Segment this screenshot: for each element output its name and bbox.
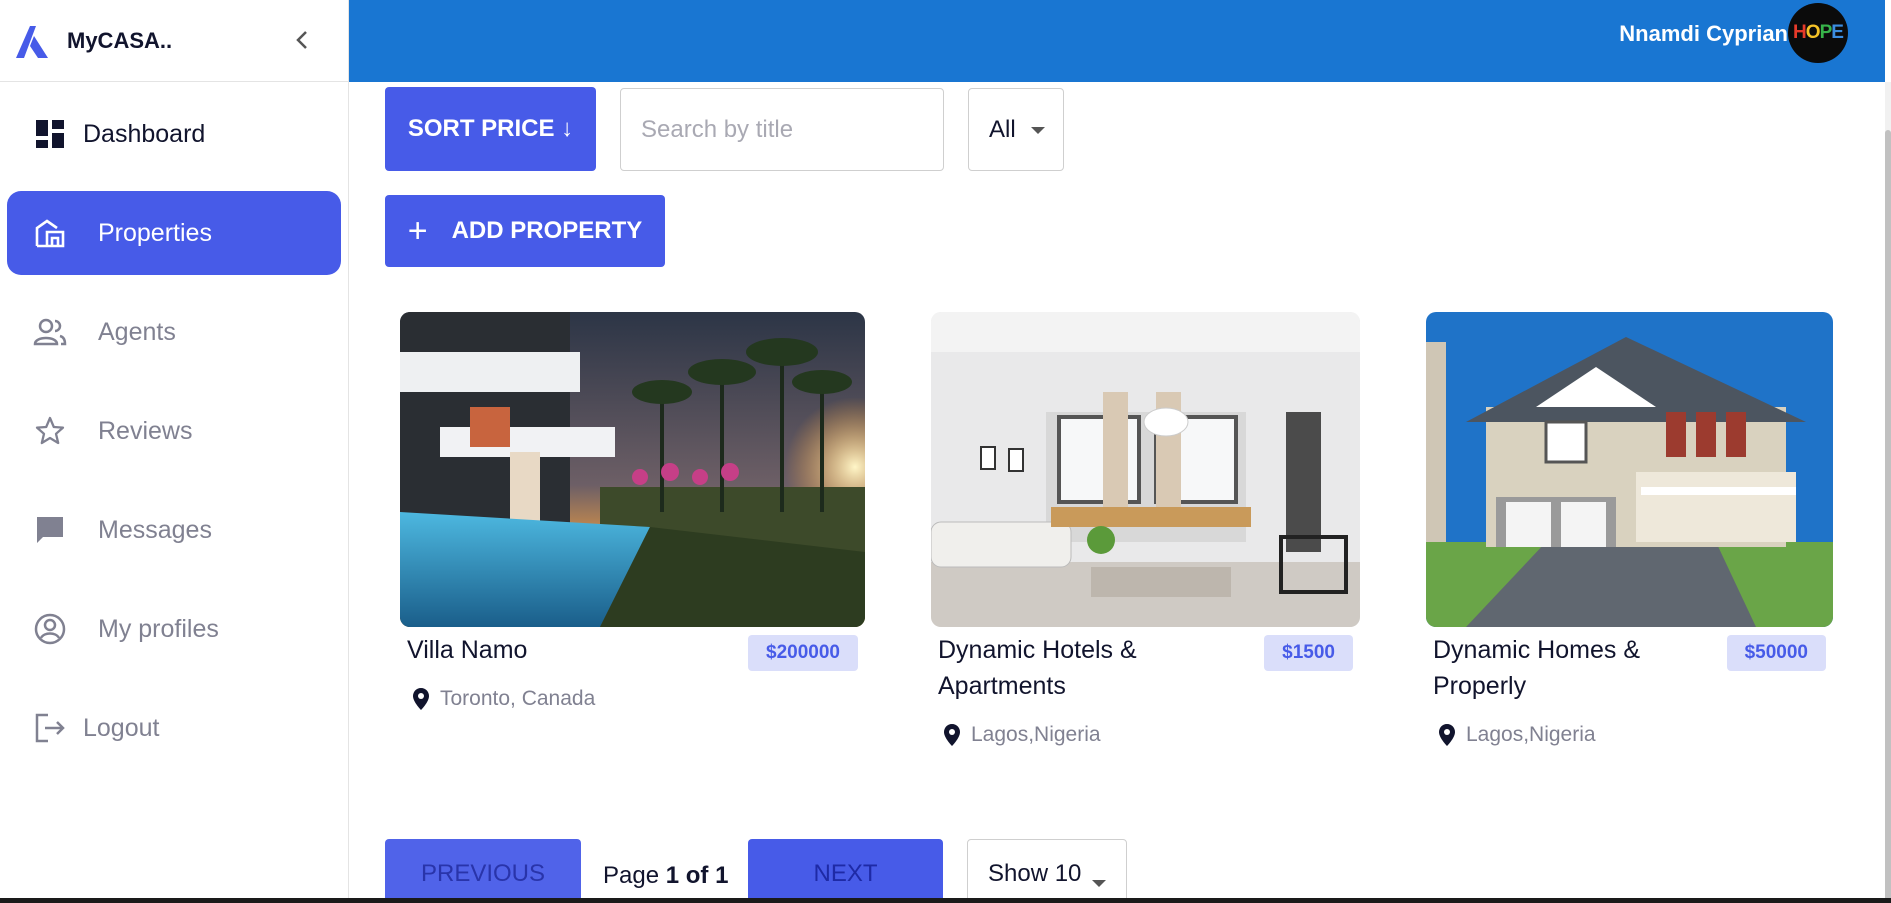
avatar-letter: E — [1831, 22, 1844, 43]
dashboard-icon — [32, 116, 68, 152]
user-name: Nnamdi Cyprian — [1619, 21, 1788, 46]
property-location: Toronto, Canada — [412, 687, 595, 711]
property-title-text: Dynamic Hotels & Apartments — [938, 636, 1137, 700]
logout-icon — [32, 710, 68, 746]
properties-icon — [32, 215, 68, 251]
sidebar-item-reviews[interactable]: Reviews — [7, 389, 341, 473]
agents-icon — [32, 314, 68, 350]
page-prefix: Page — [603, 862, 660, 889]
property-image — [931, 312, 1360, 627]
page-indicator: Page 1 of 1 — [603, 862, 728, 890]
avatar[interactable]: HOPE — [1788, 3, 1848, 63]
collapse-sidebar-button[interactable] — [284, 22, 320, 58]
property-card[interactable]: Villa Namo $200000 Toronto, Canada — [400, 312, 865, 732]
add-property-button[interactable]: + ADD PROPERTY — [385, 195, 665, 267]
property-location: Lagos,Nigeria — [1438, 723, 1596, 747]
location-pin-icon — [412, 687, 430, 711]
profile-icon — [32, 611, 68, 647]
scrollbar-thumb[interactable] — [1885, 130, 1891, 903]
property-image — [1426, 312, 1833, 627]
page-size-value: Show 10 — [988, 860, 1082, 887]
property-card[interactable]: Dynamic Homes & Properly $50000 Lagos,Ni… — [1426, 312, 1833, 762]
plus-icon: + — [407, 212, 428, 250]
sidebar-item-label: Dashboard — [83, 119, 206, 148]
property-location-text: Toronto, Canada — [440, 687, 596, 710]
sidebar-item-dashboard[interactable]: Dashboard — [7, 92, 341, 176]
star-icon — [32, 413, 68, 449]
property-image — [400, 312, 865, 627]
location-pin-icon — [1438, 723, 1456, 747]
price-badge: $50000 — [1726, 635, 1826, 671]
chevron-left-icon — [296, 31, 307, 49]
sidebar-item-agents[interactable]: Agents — [7, 290, 341, 374]
brand-logo-icon — [16, 25, 48, 58]
sidebar-item-my-profiles[interactable]: My profiles — [7, 587, 341, 671]
brand-name: MyCASA.. — [67, 27, 173, 53]
avatar-letter: P — [1819, 22, 1833, 43]
taskbar-edge — [0, 898, 1891, 903]
property-title: Dynamic Homes & Properly — [1433, 632, 1673, 704]
page-size-select[interactable]: Show 10 — [967, 839, 1127, 903]
messages-icon — [32, 512, 68, 548]
next-page-button[interactable]: NEXT — [748, 839, 943, 903]
property-title-text: Dynamic Homes & Properly — [1433, 636, 1640, 700]
property-title: Villa Namo — [407, 636, 528, 664]
previous-page-button[interactable]: PREVIOUS — [385, 839, 581, 903]
avatar-letter: O — [1805, 22, 1821, 43]
caret-down-icon — [1092, 880, 1106, 887]
sidebar-item-messages[interactable]: Messages — [7, 488, 341, 572]
sidebar-nav: Dashboard Properties Agents Reviews Mess… — [0, 82, 348, 770]
sort-price-button[interactable]: SORT PRICE ↓ — [385, 87, 596, 171]
sidebar-item-label: Reviews — [98, 416, 193, 445]
sidebar-item-label: Logout — [83, 713, 160, 742]
sidebar: MyCASA.. Dashboard Properties Agents Rev… — [0, 0, 349, 903]
price-badge: $200000 — [748, 635, 858, 671]
property-title: Dynamic Hotels & Apartments — [938, 632, 1238, 704]
sidebar-item-label: My profiles — [98, 614, 219, 643]
property-location: Lagos,Nigeria — [943, 723, 1101, 747]
filter-select-value: All — [989, 115, 1016, 143]
sidebar-item-label: Agents — [98, 317, 176, 346]
property-location-text: Lagos,Nigeria — [1466, 723, 1596, 746]
add-property-label: ADD PROPERTY — [451, 217, 643, 244]
sidebar-item-label: Messages — [98, 515, 212, 544]
sidebar-item-logout[interactable]: Logout — [7, 686, 341, 770]
filter-select[interactable]: All — [968, 88, 1064, 171]
property-location-text: Lagos,Nigeria — [971, 723, 1101, 746]
price-badge: $1500 — [1264, 635, 1353, 671]
top-bar: Nnamdi Cyprian HOPE — [349, 0, 1885, 82]
location-pin-icon — [943, 723, 961, 747]
property-card[interactable]: Dynamic Hotels & Apartments $1500 Lagos,… — [931, 312, 1360, 762]
search-input[interactable] — [620, 88, 944, 171]
page-scrollbar[interactable] — [1885, 82, 1891, 903]
caret-down-icon — [1031, 127, 1045, 134]
sidebar-item-label: Properties — [98, 218, 212, 247]
avatar-letter: H — [1793, 22, 1807, 43]
page-value: 1 of 1 — [665, 862, 729, 889]
sidebar-item-properties[interactable]: Properties — [7, 191, 341, 275]
brand: MyCASA.. — [0, 0, 348, 82]
